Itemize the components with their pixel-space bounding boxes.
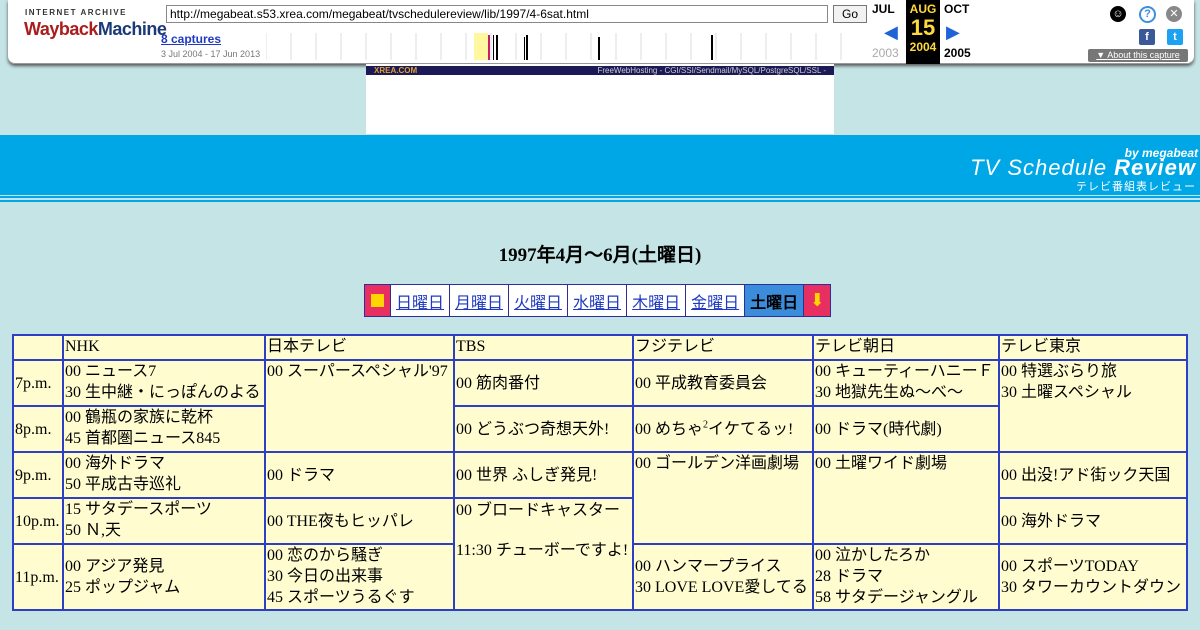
- ad-left-text: XREA.COM: [374, 66, 418, 75]
- ad-right-text: FreeWebHosting - CGI/SSI/Sendmail/MySQL/…: [597, 66, 826, 75]
- arrow-down-icon: ⬇: [809, 290, 825, 310]
- program-cell: 00 ドラマ: [264, 451, 455, 499]
- next-month[interactable]: OCT: [944, 2, 969, 16]
- prev-year[interactable]: 2003: [872, 46, 899, 60]
- ad-strip: XREA.COM FreeWebHosting - CGI/SSI/Sendma…: [366, 66, 834, 75]
- site-header: by megabeat TV Schedule Review テレビ番組表レビュ…: [0, 135, 1200, 195]
- day-link-sunday[interactable]: 日曜日: [391, 285, 451, 316]
- facebook-icon[interactable]: f: [1139, 29, 1155, 45]
- day-link-friday[interactable]: 金曜日: [686, 285, 746, 316]
- capture-mark: [526, 35, 528, 60]
- logo-top-text: INTERNET ARCHIVE: [25, 8, 127, 17]
- capture-mark: [711, 35, 713, 60]
- ad-banner[interactable]: XREA.COM FreeWebHosting - CGI/SSI/Sendma…: [366, 64, 834, 134]
- header-jp-title: テレビ番組表レビュー: [1076, 180, 1196, 193]
- current-day: 15: [910, 15, 936, 40]
- next-year[interactable]: 2005: [944, 46, 971, 60]
- day-current-saturday: 土曜日: [745, 285, 805, 316]
- channel-header: TBS: [453, 334, 634, 361]
- program-cell: 00 海外ドラマ 50 平成古寺巡礼: [62, 451, 266, 499]
- capture-range: 3 Jul 2004 - 17 Jun 2013: [161, 49, 261, 59]
- time-cell: 11p.m.: [12, 543, 64, 611]
- time-cell: 10p.m.: [12, 497, 64, 545]
- logo-wordmark: WaybackMachine: [24, 19, 167, 39]
- program-cell: 00 ブロードキャスター 11:30 チューボーですよ!: [453, 497, 634, 611]
- program-cell: 00 スーパースペシャル'97: [264, 359, 455, 453]
- go-button[interactable]: Go: [833, 5, 867, 23]
- header-rule: [0, 200, 1200, 202]
- close-icon[interactable]: ✕: [1166, 6, 1182, 22]
- program-cell: 00 ゴールデン洋画劇場: [632, 451, 814, 545]
- current-year: 2004: [909, 40, 937, 54]
- capture-mark: [598, 37, 600, 60]
- capture-mark: [496, 35, 498, 60]
- calendar-nav: JUL ◀ 2003 AUG 15 2004 OCT ▶ 2005: [870, 0, 980, 64]
- day-link-tuesday[interactable]: 火曜日: [509, 285, 569, 316]
- time-cell: 8p.m.: [12, 405, 64, 453]
- channel-header: テレビ東京: [998, 334, 1188, 361]
- account-icon[interactable]: ☺: [1110, 6, 1126, 22]
- program-cell: 00 ドラマ(時代劇): [812, 405, 1000, 453]
- twitter-icon[interactable]: t: [1167, 29, 1183, 45]
- time-cell: 7p.m.: [12, 359, 64, 407]
- capture-mark: [493, 35, 494, 60]
- captures-link[interactable]: 8 captures: [161, 32, 221, 46]
- program-cell: 00 海外ドラマ: [998, 497, 1188, 545]
- scroll-down-button[interactable]: ⬇: [804, 285, 831, 316]
- time-cell: 9p.m.: [12, 451, 64, 499]
- program-cell: 00 世界 ふしぎ発見!: [453, 451, 634, 499]
- program-cell: 00 恋のから騒ぎ 30 今日の出来事 45 スポーツうるぐす: [264, 543, 455, 611]
- day-link-thursday[interactable]: 木曜日: [627, 285, 687, 316]
- program-cell: 00 THE夜もヒッパレ: [264, 497, 455, 545]
- help-icon[interactable]: ?: [1139, 6, 1156, 23]
- program-cell: 00 出没!アド街ック天国: [998, 451, 1188, 499]
- prev-capture-icon[interactable]: ◀: [884, 22, 898, 43]
- program-cell: 00 鶴瓶の家族に乾杯 45 首都圏ニュース845: [62, 405, 266, 453]
- corner-cell: [12, 334, 64, 361]
- program-cell: 00 アジア発見 25 ポップジャム: [62, 543, 266, 611]
- program-cell: 00 ニュース7 30 生中継・にっぽんのよる: [62, 359, 266, 407]
- next-capture-icon[interactable]: ▶: [946, 22, 960, 43]
- schedule-table: NHK 日本テレビ TBS フジテレビ テレビ朝日 テレビ東京 7p.m. 00…: [12, 334, 1188, 611]
- program-cell: 00 筋肉番付: [453, 359, 634, 407]
- table-row: 9p.m. 00 海外ドラマ 50 平成古寺巡礼 00 ドラマ 00 世界 ふしぎ…: [12, 451, 1188, 545]
- channel-header: フジテレビ: [632, 334, 814, 361]
- program-cell: 00 土曜ワイド劇場: [812, 451, 1000, 545]
- channel-header: 日本テレビ: [264, 334, 455, 361]
- wayback-logo[interactable]: INTERNET ARCHIVE WaybackMachine: [24, 8, 167, 50]
- program-cell: 00 特選ぶらり旅 30 土曜スペシャル: [998, 359, 1188, 453]
- program-cell: 00 泣かしたろか 28 ドラマ 58 サタデージャングル: [812, 543, 1000, 611]
- home-square-button[interactable]: [365, 285, 391, 316]
- program-cell: 00 めちゃ2イケてるッ!: [632, 405, 814, 453]
- square-icon: [371, 294, 384, 307]
- current-month: AUG: [909, 2, 937, 16]
- day-nav: 日曜日 月曜日 火曜日 水曜日 木曜日 金曜日 土曜日 ⬇: [364, 284, 832, 317]
- prev-month[interactable]: JUL: [872, 2, 895, 16]
- table-header-row: NHK 日本テレビ TBS フジテレビ テレビ朝日 テレビ東京: [12, 334, 1188, 361]
- sparkline-grid: [266, 33, 842, 60]
- about-capture-button[interactable]: ▼ About this capture: [1088, 49, 1188, 62]
- sparkline-current-year: [474, 33, 488, 60]
- program-cell: 00 どうぶつ奇想天外!: [453, 405, 634, 453]
- program-cell: 00 ハンマープライス 30 LOVE LOVE愛してる: [632, 543, 814, 611]
- page-title: 1997年4月～6月(土曜日): [498, 245, 702, 266]
- day-link-monday[interactable]: 月曜日: [450, 285, 510, 316]
- table-row: 10p.m. 15 サタデースポーツ 50 Ｎ,天 00 THE夜もヒッパレ 00…: [12, 497, 1188, 611]
- wayback-toolbar: INTERNET ARCHIVE WaybackMachine Go 8 cap…: [8, 0, 1194, 64]
- channel-header: NHK: [62, 334, 266, 361]
- url-input[interactable]: [166, 5, 828, 23]
- table-row: 7p.m. 00 ニュース7 30 生中継・にっぽんのよる 00 スーパースペシャ…: [12, 359, 1188, 453]
- program-cell: 15 サタデースポーツ 50 Ｎ,天: [62, 497, 266, 545]
- program-cell: 00 キューティーハニーＦ 30 地獄先生ぬ～べ～: [812, 359, 1000, 407]
- channel-header: テレビ朝日: [812, 334, 1000, 361]
- capture-mark: [524, 37, 525, 60]
- current-capture: AUG 15 2004: [906, 0, 940, 64]
- capture-sparkline[interactable]: [266, 33, 866, 60]
- day-link-wednesday[interactable]: 水曜日: [568, 285, 628, 316]
- program-cell: 00 平成教育委員会: [632, 359, 814, 407]
- capture-mark: [488, 35, 490, 60]
- program-cell: 00 スポーツTODAY 30 タワーカウントダウン: [998, 543, 1188, 611]
- header-rule: [0, 196, 1200, 198]
